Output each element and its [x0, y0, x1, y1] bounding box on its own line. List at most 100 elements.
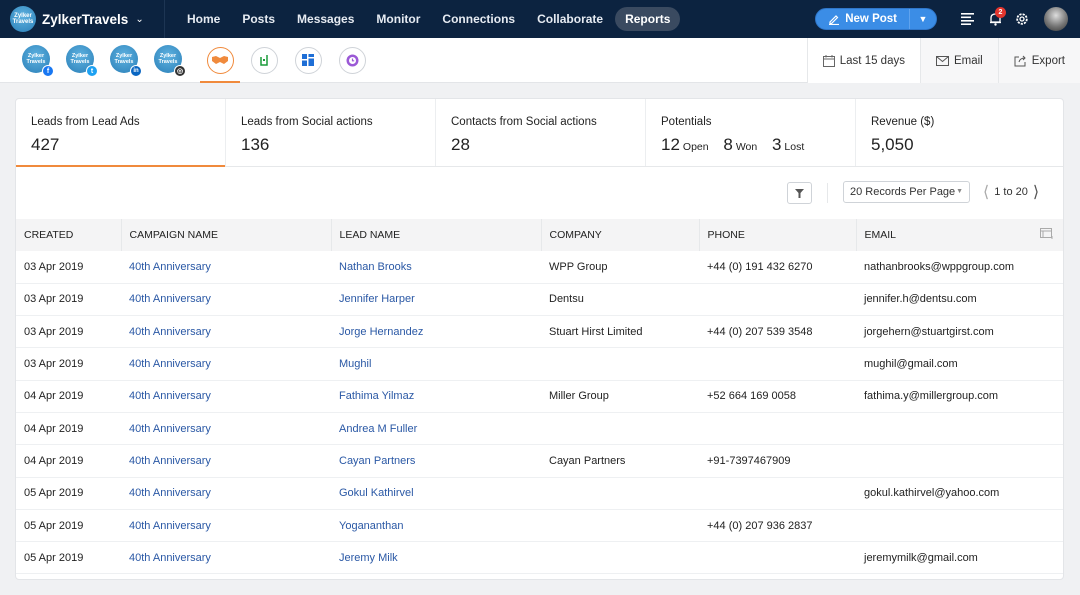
channel-facebook[interactable]: Zylker Travels f	[22, 45, 54, 77]
email-button[interactable]: Email	[919, 38, 998, 83]
activity-button[interactable]	[955, 6, 981, 32]
cell-campaign-name[interactable]: 40th Anniversary	[121, 315, 331, 349]
channel-twitter[interactable]: Zylker Travels t	[66, 45, 98, 77]
cell-email: jorgehern@stuartgirst.com	[856, 315, 1063, 349]
channel-instagram[interactable]: Zylker Travels ◎	[154, 45, 186, 77]
nav-messages[interactable]: Messages	[287, 7, 364, 31]
cell-campaign-name[interactable]: 40th Anniversary	[121, 541, 331, 575]
potentials-lost-label: Lost	[784, 141, 805, 153]
column-header-phone[interactable]: PHONE	[699, 219, 857, 251]
cell-lead-name[interactable]: Andrea M Fuller	[331, 412, 541, 446]
nav-actions: New Post ▼ 2	[815, 0, 1080, 38]
nav-home[interactable]: Home	[177, 7, 230, 31]
date-range-button[interactable]: Last 15 days	[806, 38, 920, 83]
divider	[827, 183, 828, 203]
tab-analytics-report[interactable]	[330, 38, 374, 83]
notifications-button[interactable]: 2	[982, 6, 1008, 32]
chevron-down-icon: ⌄	[135, 13, 144, 25]
list-icon	[961, 13, 974, 25]
cell-company: Cayan Partners	[541, 444, 699, 478]
cell-lead-name[interactable]: Jeremy Milk	[331, 541, 541, 575]
stat-potentials[interactable]: Potentials 12 Open 8 Won 3 Lost	[646, 99, 856, 166]
cell-created: 03 Apr 2019	[16, 315, 121, 349]
table-row[interactable]: 03 Apr 2019 40th Anniversary Jennifer Harp…	[16, 283, 1063, 317]
table-row[interactable]: 03 Apr 2019 40th Anniversary Jorge Hernand…	[16, 315, 1063, 349]
cell-lead-name[interactable]: Cayan Partners	[331, 444, 541, 478]
cell-email	[856, 412, 1063, 446]
dashboard-icon	[302, 54, 314, 66]
new-post-dropdown[interactable]: ▼	[910, 14, 936, 24]
stat-lead-ads[interactable]: Leads from Lead Ads 427	[16, 99, 226, 167]
cell-campaign-name[interactable]: 40th Anniversary	[121, 509, 331, 543]
column-settings-icon[interactable]	[1040, 228, 1053, 239]
stat-contacts-social[interactable]: Contacts from Social actions 28	[436, 99, 646, 166]
table-row[interactable]: 03 Apr 2019 40th Anniversary Mughil mughil@…	[16, 347, 1063, 381]
cell-email: mughil@gmail.com	[856, 347, 1063, 381]
potentials-won-count: 8	[723, 135, 733, 154]
nav-monitor[interactable]: Monitor	[366, 7, 430, 31]
cell-lead-name[interactable]: Gokul Kathirvel	[331, 477, 541, 510]
column-header-campaign-name[interactable]: CAMPAIGN NAME	[121, 219, 332, 251]
cell-campaign-name[interactable]: 40th Anniversary	[121, 380, 331, 413]
tab-crm-report[interactable]	[242, 38, 286, 83]
calendar-icon	[822, 54, 835, 67]
cell-campaign-name[interactable]: 40th Anniversary	[121, 444, 331, 478]
tab-leads-report[interactable]	[198, 38, 242, 83]
cell-campaign-name[interactable]: 40th Anniversary	[121, 347, 331, 381]
brand-switcher[interactable]: Zylker Travels ZylkerTravels ⌄	[0, 0, 165, 38]
cell-email: gokul.kathirvel@yahoo.com	[856, 477, 1063, 510]
cell-email	[856, 509, 1063, 543]
cell-phone	[699, 477, 856, 510]
table-row[interactable]: 05 Apr 2019 40th Anniversary Jeremy Milk je…	[16, 541, 1063, 575]
table-row[interactable]: 04 Apr 2019 40th Anniversary Fathima Yilma…	[16, 380, 1063, 413]
table-row[interactable]: 04 Apr 2019 40th Anniversary Andrea M Full…	[16, 412, 1063, 446]
potentials-won-label: Won	[735, 141, 758, 153]
cell-campaign-name[interactable]: 40th Anniversary	[121, 283, 331, 317]
records-per-page-select[interactable]: 20 Records Per Page ▼	[843, 181, 970, 203]
facebook-icon: f	[42, 65, 54, 77]
cell-campaign-name[interactable]: 40th Anniversary	[121, 412, 331, 446]
cell-created: 03 Apr 2019	[16, 283, 121, 317]
cell-lead-name[interactable]: Jorge Hernandez	[331, 315, 541, 349]
cell-lead-name[interactable]: Jennifer Harper	[331, 283, 541, 317]
column-header-company[interactable]: COMPANY	[541, 219, 700, 251]
cell-lead-name[interactable]: Mughil	[331, 347, 541, 381]
table-row[interactable]: 03 Apr 2019 40th Anniversary Nathan Brooks…	[16, 251, 1063, 284]
user-avatar[interactable]	[1044, 7, 1068, 31]
cell-created: 05 Apr 2019	[16, 541, 121, 575]
tab-dashboard-report[interactable]	[286, 38, 330, 83]
cell-lead-name[interactable]: Nathan Brooks	[331, 251, 541, 284]
table-row[interactable]: 05 Apr 2019 40th Anniversary Yogananthan +4…	[16, 509, 1063, 543]
cell-campaign-name[interactable]: 40th Anniversary	[121, 477, 331, 510]
next-page-button[interactable]: ⟩	[1033, 182, 1039, 202]
new-post-button[interactable]: New Post	[816, 9, 910, 29]
column-header-lead-name[interactable]: LEAD NAME	[331, 219, 542, 251]
nav-connections[interactable]: Connections	[432, 7, 525, 31]
page-range: 1 to 20	[994, 186, 1028, 198]
channel-selector: Zylker Travels f Zylker Travels t Zylker Tr…	[0, 38, 374, 83]
filter-button[interactable]	[787, 182, 812, 204]
linkedin-icon: in	[130, 65, 142, 77]
settings-button[interactable]	[1009, 6, 1035, 32]
stat-social-actions[interactable]: Leads from Social actions 136	[226, 99, 436, 166]
nav-posts[interactable]: Posts	[232, 7, 285, 31]
export-button[interactable]: Export	[997, 38, 1080, 83]
records-per-page-value: 20 Records Per Page	[850, 186, 956, 198]
cell-campaign-name[interactable]: 40th Anniversary	[121, 251, 331, 284]
column-header-email[interactable]: EMAIL	[856, 219, 1063, 251]
handshake-icon	[212, 56, 228, 64]
cell-phone: +52 664 169 0058	[699, 380, 856, 413]
cell-lead-name[interactable]: Yogananthan	[331, 509, 541, 543]
cell-created: 04 Apr 2019	[16, 412, 121, 446]
cell-lead-name[interactable]: Fathima Yilmaz	[331, 380, 541, 413]
stat-label: Revenue ($)	[871, 116, 935, 128]
stat-revenue[interactable]: Revenue ($) 5,050	[856, 99, 1063, 166]
nav-reports[interactable]: Reports	[615, 7, 681, 31]
table-row[interactable]: 04 Apr 2019 40th Anniversary Cayan Partner…	[16, 444, 1063, 478]
table-row[interactable]: 05 Apr 2019 40th Anniversary Gokul Kathirv…	[16, 477, 1063, 510]
nav-collaborate[interactable]: Collaborate	[527, 7, 613, 31]
column-header-created[interactable]: CREATED	[16, 219, 122, 251]
channel-linkedin[interactable]: Zylker Travels in	[110, 45, 142, 77]
prev-page-button[interactable]: ⟨	[983, 182, 989, 202]
cell-phone: +44 (0) 207 936 2837	[699, 509, 856, 543]
